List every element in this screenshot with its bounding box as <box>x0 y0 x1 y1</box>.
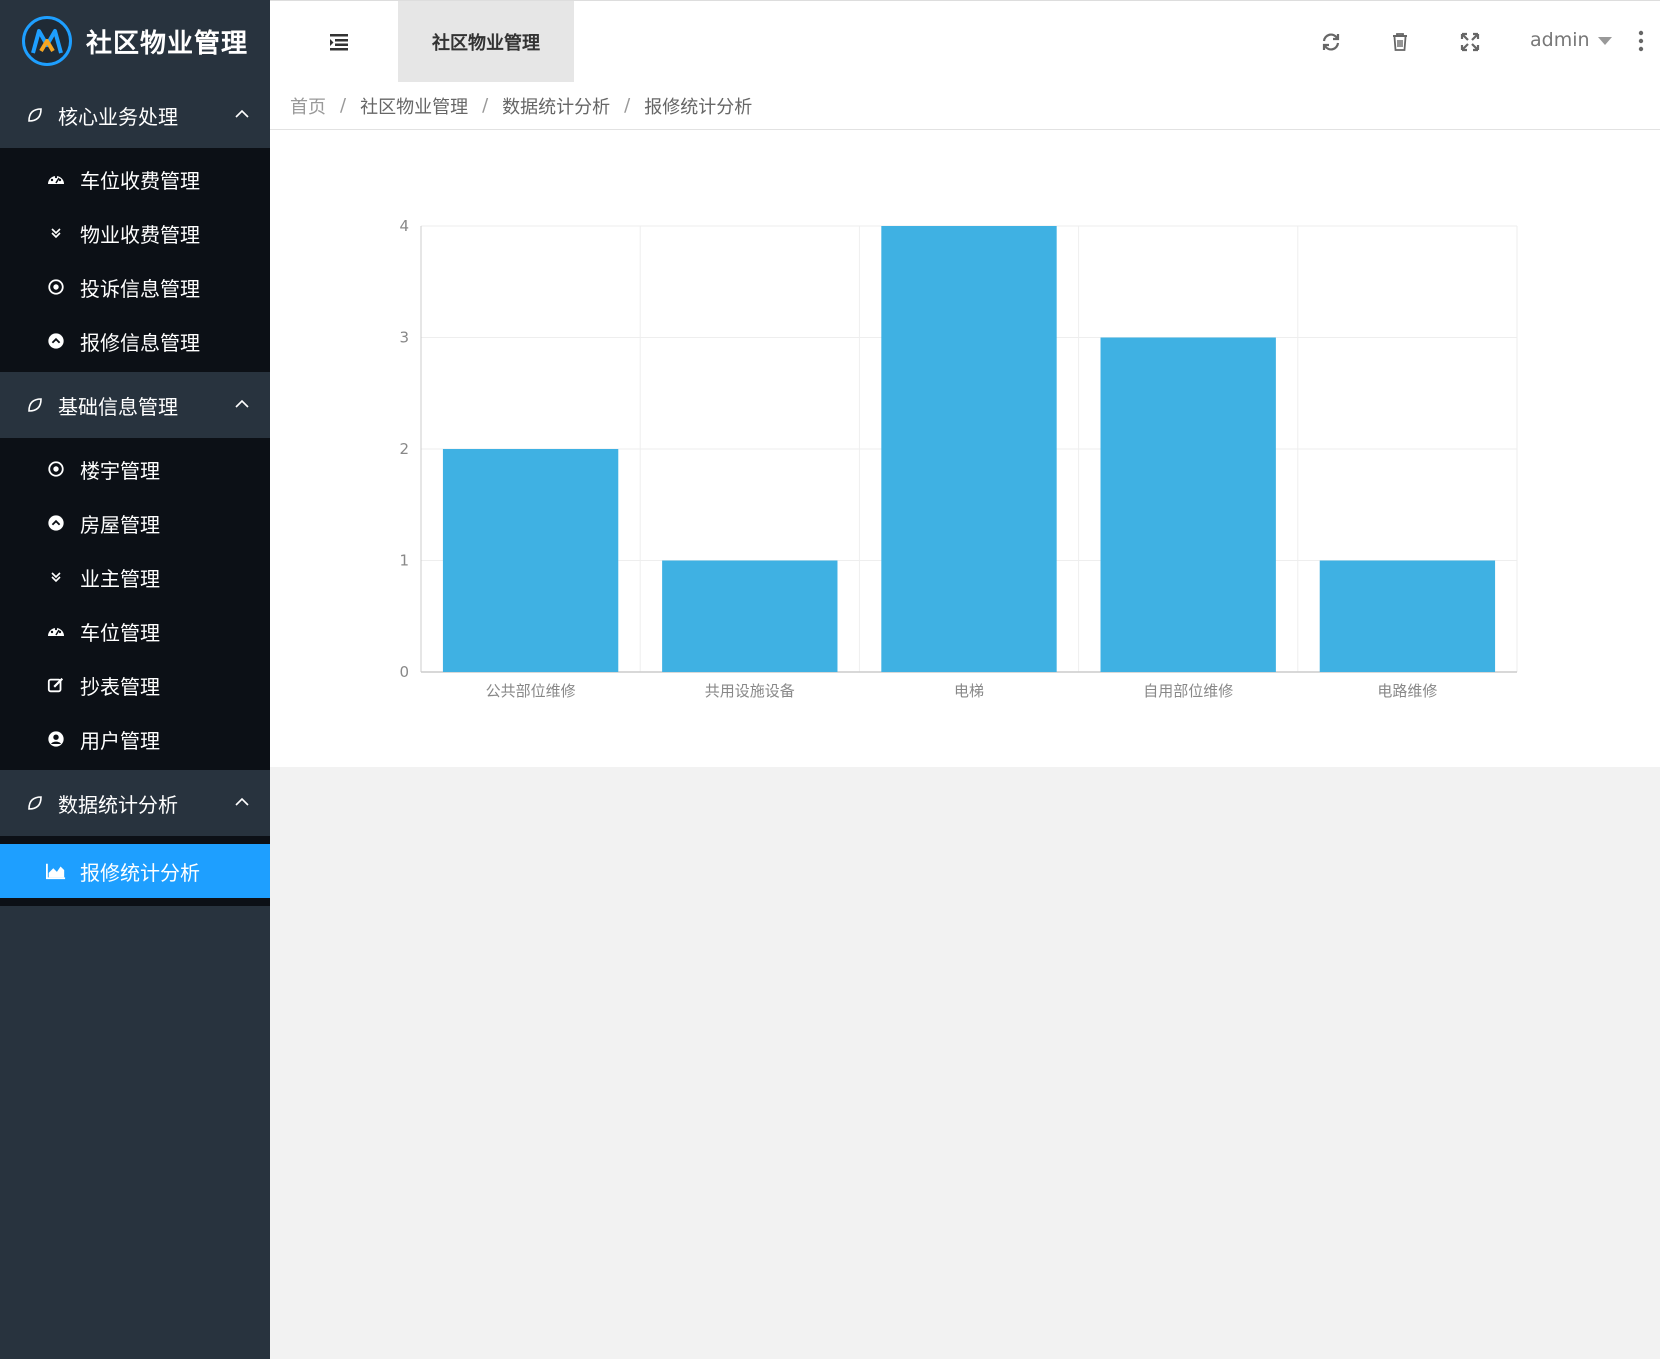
bar <box>1100 337 1276 672</box>
repair-stats-bar-chart: 0 1 2 3 4 公共部位维修 共用设施设备 电梯 自用部位维修 电路维修 <box>399 217 1518 700</box>
more-vertical-icon[interactable] <box>1638 29 1644 53</box>
header-tab[interactable]: 社区物业管理 <box>398 1 574 83</box>
sidebar-item-label: 物业收费管理 <box>80 222 200 247</box>
bar <box>881 226 1057 672</box>
chevron-circle-up-icon <box>46 331 66 351</box>
sidebar-item-label: 车位收费管理 <box>80 168 200 193</box>
sidebar-item-label: 用户管理 <box>80 728 160 753</box>
x-tick-label: 电路维修 <box>1377 682 1437 700</box>
sidebar-item-label: 抄表管理 <box>80 674 160 699</box>
x-tick-label: 公共部位维修 <box>486 682 576 700</box>
caret-down-icon <box>1597 37 1612 45</box>
sidebar-item-building[interactable]: 楼宇管理 <box>0 442 270 496</box>
chevron-up-icon <box>235 399 249 408</box>
area-chart-icon <box>46 861 66 881</box>
dashboard-icon <box>46 621 66 641</box>
breadcrumb-separator: / <box>340 95 347 116</box>
sidebar-item-user[interactable]: 用户管理 <box>0 712 270 766</box>
bar <box>442 449 619 672</box>
leaf-icon <box>28 796 42 810</box>
y-tick-label: 4 <box>399 217 409 235</box>
sidebar-item-property-fee[interactable]: 物业收费管理 <box>0 206 270 260</box>
trash-icon[interactable] <box>1389 31 1411 53</box>
sidebar-group-label: 核心业务处理 <box>58 104 178 129</box>
double-chevron-down-icon <box>46 567 66 587</box>
breadcrumb-app[interactable]: 社区物业管理 <box>360 93 468 119</box>
y-tick-label: 1 <box>399 552 409 570</box>
sidebar-item-meter[interactable]: 抄表管理 <box>0 658 270 712</box>
leaf-icon <box>28 108 42 122</box>
bar <box>1319 560 1496 672</box>
breadcrumb-home[interactable]: 首页 <box>290 93 326 119</box>
user-name: admin <box>1530 29 1590 51</box>
sidebar-group-stats-items: 报修统计分析 <box>0 836 270 906</box>
logo-icon <box>22 16 72 66</box>
sidebar-group-basic[interactable]: 基础信息管理 <box>0 372 270 438</box>
sidebar-item-parking-fee[interactable]: 车位收费管理 <box>0 152 270 206</box>
user-menu[interactable]: admin <box>1530 29 1612 51</box>
sidebar-item-house[interactable]: 房屋管理 <box>0 496 270 550</box>
sidebar-item-label: 报修信息管理 <box>80 330 200 355</box>
sidebar-item-label: 业主管理 <box>80 566 160 591</box>
sidebar-item-parking[interactable]: 车位管理 <box>0 604 270 658</box>
breadcrumb-separator: / <box>482 95 489 116</box>
sidebar-item-label: 楼宇管理 <box>80 458 160 483</box>
y-tick-label: 3 <box>399 329 409 347</box>
x-tick-label: 自用部位维修 <box>1143 682 1233 700</box>
breadcrumb: 首页 / 社区物业管理 / 数据统计分析 / 报修统计分析 <box>270 82 1660 130</box>
sidebar-item-owner[interactable]: 业主管理 <box>0 550 270 604</box>
chevron-circle-up-icon <box>46 513 66 533</box>
breadcrumb-current: 报修统计分析 <box>644 96 753 118</box>
sidebar-item-label: 投诉信息管理 <box>80 276 200 301</box>
sidebar-item-repair[interactable]: 报修信息管理 <box>0 314 270 368</box>
leaf-icon <box>28 398 42 412</box>
sidebar-group-basic-items: 楼宇管理 房屋管理 业主管理 车位管理 抄表管理 用户管理 <box>0 438 270 770</box>
sidebar-item-repair-stats[interactable]: 报修统计分析 <box>0 844 270 898</box>
x-tick-label: 电梯 <box>954 682 984 700</box>
sidebar-item-label: 车位管理 <box>80 620 160 645</box>
fullscreen-icon[interactable] <box>1459 31 1481 53</box>
double-chevron-down-icon <box>46 223 66 243</box>
x-tick-label: 共用设施设备 <box>705 682 795 700</box>
menu-toggle-icon[interactable] <box>328 32 350 52</box>
sidebar-group-label: 基础信息管理 <box>58 394 178 419</box>
edit-icon <box>46 675 66 695</box>
y-tick-label: 0 <box>399 663 409 681</box>
user-circle-icon <box>46 729 66 749</box>
bar <box>662 560 838 672</box>
app-title: 社区物业管理 <box>86 28 249 59</box>
sidebar-group-stats[interactable]: 数据统计分析 <box>0 770 270 836</box>
sidebar-item-label: 报修统计分析 <box>80 860 200 885</box>
breadcrumb-section[interactable]: 数据统计分析 <box>502 93 610 119</box>
refresh-icon[interactable] <box>1320 31 1342 53</box>
dot-circle-icon <box>46 277 66 297</box>
sidebar-group-core[interactable]: 核心业务处理 <box>0 82 270 148</box>
sidebar-group-label: 数据统计分析 <box>58 792 178 817</box>
sidebar-item-complaint[interactable]: 投诉信息管理 <box>0 260 270 314</box>
breadcrumb-separator: / <box>624 95 631 116</box>
sidebar-group-core-items: 车位收费管理 物业收费管理 投诉信息管理 报修信息管理 <box>0 148 270 372</box>
logo[interactable]: 社区物业管理 <box>0 0 270 82</box>
sidebar: 社区物业管理 核心业务处理 车位收费管理 物业收费管理 投诉信息管理 报修信息管… <box>0 0 270 1359</box>
chevron-up-icon <box>235 109 249 118</box>
content-panel: 0 1 2 3 4 公共部位维修 共用设施设备 电梯 自用部位维修 电路维修 <box>270 130 1660 767</box>
dashboard-icon <box>46 169 66 189</box>
chevron-up-icon <box>235 797 249 806</box>
y-tick-label: 2 <box>399 440 409 458</box>
top-header: 社区物业管理 admin <box>270 0 1660 83</box>
dot-circle-icon <box>46 459 66 479</box>
sidebar-item-label: 房屋管理 <box>80 512 160 537</box>
